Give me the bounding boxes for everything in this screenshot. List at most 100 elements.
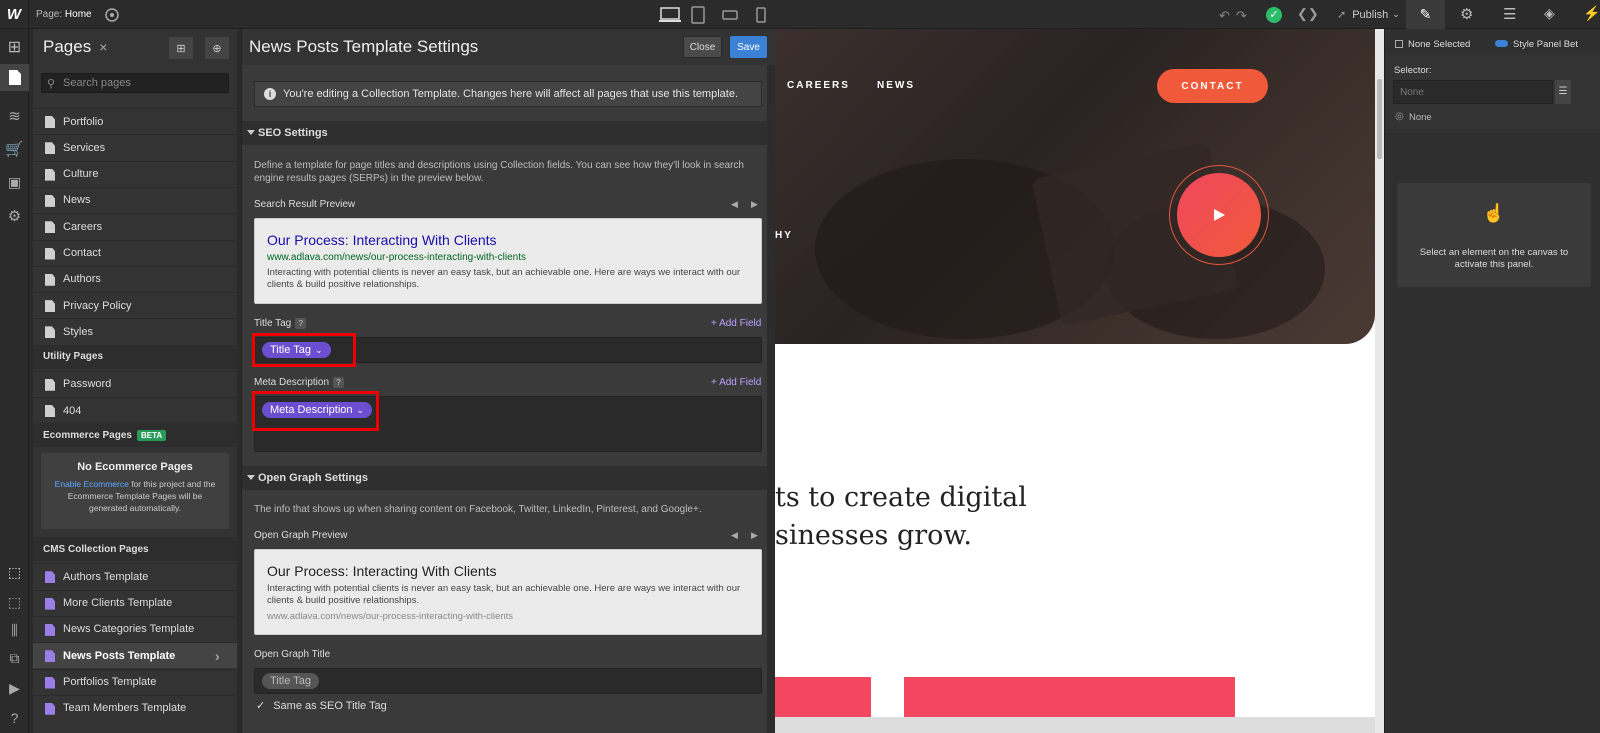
play-video-button[interactable]: [1177, 173, 1261, 257]
none-selected-checkbox[interactable]: [1395, 40, 1403, 48]
style-panel-toggle[interactable]: [1495, 40, 1508, 47]
search-icon: ⚲: [47, 78, 56, 90]
ecommerce-cart-icon[interactable]: 🛒: [0, 135, 29, 162]
settings-gear-icon[interactable]: ⚙: [1460, 5, 1473, 23]
page-item-label: Styles: [63, 325, 93, 338]
design-canvas[interactable]: CAREERS NEWS CONTACT HY ts to create dig…: [775, 29, 1375, 733]
headline-line-2: sinesses grow.: [775, 520, 972, 551]
card-block[interactable]: [775, 677, 871, 717]
search-pages-input[interactable]: ⚲ Search pages: [41, 73, 229, 93]
save-button[interactable]: Save: [730, 36, 767, 58]
scroll-thumb[interactable]: [1377, 79, 1382, 159]
no-ecommerce-text: Enable Ecommerce for this project and th…: [41, 478, 229, 514]
page-item[interactable]: Contact: [33, 239, 237, 266]
cms-database-icon[interactable]: ≋: [0, 102, 29, 129]
nav-link-careers[interactable]: CAREERS: [787, 80, 850, 91]
search-preview-label: Search Result Preview: [254, 199, 356, 210]
page-item[interactable]: Culture: [33, 160, 237, 187]
cms-page-item[interactable]: Team Members Template: [33, 694, 237, 721]
cms-page-icon: [45, 702, 55, 715]
hero-section[interactable]: CAREERS NEWS CONTACT HY: [775, 29, 1375, 344]
preview-mode-icon[interactable]: ⧉: [0, 645, 29, 672]
style-brush-icon[interactable]: ✎: [1406, 0, 1445, 29]
navigator-icon[interactable]: ☰: [1503, 5, 1516, 23]
canvas-vertical-scrollbar[interactable]: [1375, 29, 1384, 733]
add-panel-icon[interactable]: ⊞: [0, 33, 29, 60]
canvas-bottom-strip: [775, 717, 1375, 733]
help-icon[interactable]: ?: [333, 377, 345, 388]
selector-label: Selector:: [1394, 65, 1432, 76]
new-folder-button[interactable]: ⊞: [169, 37, 193, 59]
mobile-landscape-icon[interactable]: [715, 0, 745, 29]
pages-icon[interactable]: [0, 64, 29, 91]
page-item-label: Authors Template: [63, 570, 149, 583]
page-item[interactable]: Authors: [33, 265, 237, 292]
serp-title: Our Process: Interacting With Clients: [267, 232, 497, 248]
select-tool-icon[interactable]: ⬚: [0, 559, 29, 586]
publish-button[interactable]: ➚ Publish ⌄: [1337, 0, 1400, 29]
seo-settings-header[interactable]: SEO Settings: [242, 121, 767, 145]
title-tag-pill[interactable]: Title Tag ⌄: [262, 342, 331, 358]
og-title-field[interactable]: [254, 668, 762, 694]
empty-state-card: ☝ Select an element on the canvas to act…: [1397, 183, 1591, 287]
page-item-label: News Categories Template: [63, 623, 195, 636]
cms-page-item[interactable]: Authors Template: [33, 563, 237, 589]
mobile-portrait-icon[interactable]: [746, 0, 776, 29]
page-item[interactable]: Services: [33, 134, 237, 160]
cms-page-item[interactable]: Portfolios Template: [33, 668, 237, 695]
undo-icon[interactable]: ↶: [1219, 8, 1230, 24]
same-as-seo-checkbox[interactable]: ✓ Same as SEO Title Tag: [256, 699, 387, 712]
selector-menu-icon[interactable]: ☰: [1555, 80, 1571, 104]
search-result-preview: Our Process: Interacting With Clients ww…: [254, 218, 762, 304]
prev-arrow-icon[interactable]: ◀: [731, 530, 738, 541]
close-pages-icon[interactable]: ×: [99, 39, 107, 55]
webflow-logo-icon[interactable]: W: [0, 0, 29, 29]
page-item[interactable]: Password: [33, 370, 237, 397]
page-indicator[interactable]: Page: Home: [36, 9, 92, 20]
page-item[interactable]: Styles: [33, 318, 237, 344]
og-title-pill[interactable]: Title Tag: [262, 673, 319, 689]
headline-line-1: ts to create digital: [775, 482, 1027, 513]
enable-ecommerce-link[interactable]: Enable Ecommerce: [55, 479, 129, 489]
redo-icon[interactable]: ↷: [1236, 8, 1247, 24]
page-item[interactable]: Portfolio: [33, 108, 237, 134]
guides-icon[interactable]: ⫼: [0, 617, 29, 644]
cms-page-icon: [45, 597, 55, 610]
contact-button[interactable]: CONTACT: [1157, 69, 1268, 103]
cms-page-item[interactable]: News Categories Template: [33, 615, 237, 642]
help-icon[interactable]: ?: [295, 318, 307, 329]
next-arrow-icon[interactable]: ▶: [751, 530, 758, 541]
state-icon[interactable]: ◎: [1395, 111, 1404, 122]
page-item[interactable]: 404: [33, 397, 237, 423]
meta-description-label: Meta Description?: [254, 377, 345, 388]
x-ray-icon[interactable]: ⬚: [0, 589, 29, 616]
assets-icon[interactable]: ▣: [0, 169, 29, 196]
desktop-view-icon[interactable]: [655, 0, 685, 29]
tablet-view-icon[interactable]: [683, 0, 713, 29]
help-icon[interactable]: ?: [0, 704, 29, 731]
new-page-button[interactable]: ⊕: [205, 37, 229, 59]
prev-arrow-icon[interactable]: ◀: [731, 199, 738, 210]
meta-description-pill[interactable]: Meta Description ⌄: [262, 402, 373, 418]
cms-page-item[interactable]: News Posts Template ›: [33, 642, 237, 669]
code-icon[interactable]: ❮❯: [1297, 6, 1319, 22]
project-settings-icon[interactable]: ⚙: [0, 202, 29, 229]
cms-page-item[interactable]: More Clients Template: [33, 589, 237, 616]
none-selected-label: None Selected: [1408, 39, 1471, 50]
utility-pages-header: Utility Pages: [33, 344, 237, 369]
next-arrow-icon[interactable]: ▶: [751, 199, 758, 210]
page-item[interactable]: Privacy Policy: [33, 292, 237, 318]
close-button[interactable]: Close: [683, 36, 722, 58]
add-field-button[interactable]: + Add Field: [711, 318, 761, 329]
open-graph-settings-header[interactable]: Open Graph Settings: [242, 466, 767, 490]
lightning-icon[interactable]: ⚡: [1583, 5, 1600, 22]
card-block[interactable]: [904, 677, 1235, 717]
add-field-button[interactable]: + Add Field: [711, 377, 761, 388]
page-item[interactable]: Careers: [33, 213, 237, 239]
page-item[interactable]: News: [33, 186, 237, 213]
interactions-icon[interactable]: ◈: [1544, 5, 1555, 22]
video-tutorials-icon[interactable]: ▶: [0, 675, 29, 702]
nav-link-news[interactable]: NEWS: [877, 80, 915, 91]
preview-eye-icon[interactable]: [104, 7, 120, 23]
selector-input[interactable]: None: [1393, 80, 1553, 104]
